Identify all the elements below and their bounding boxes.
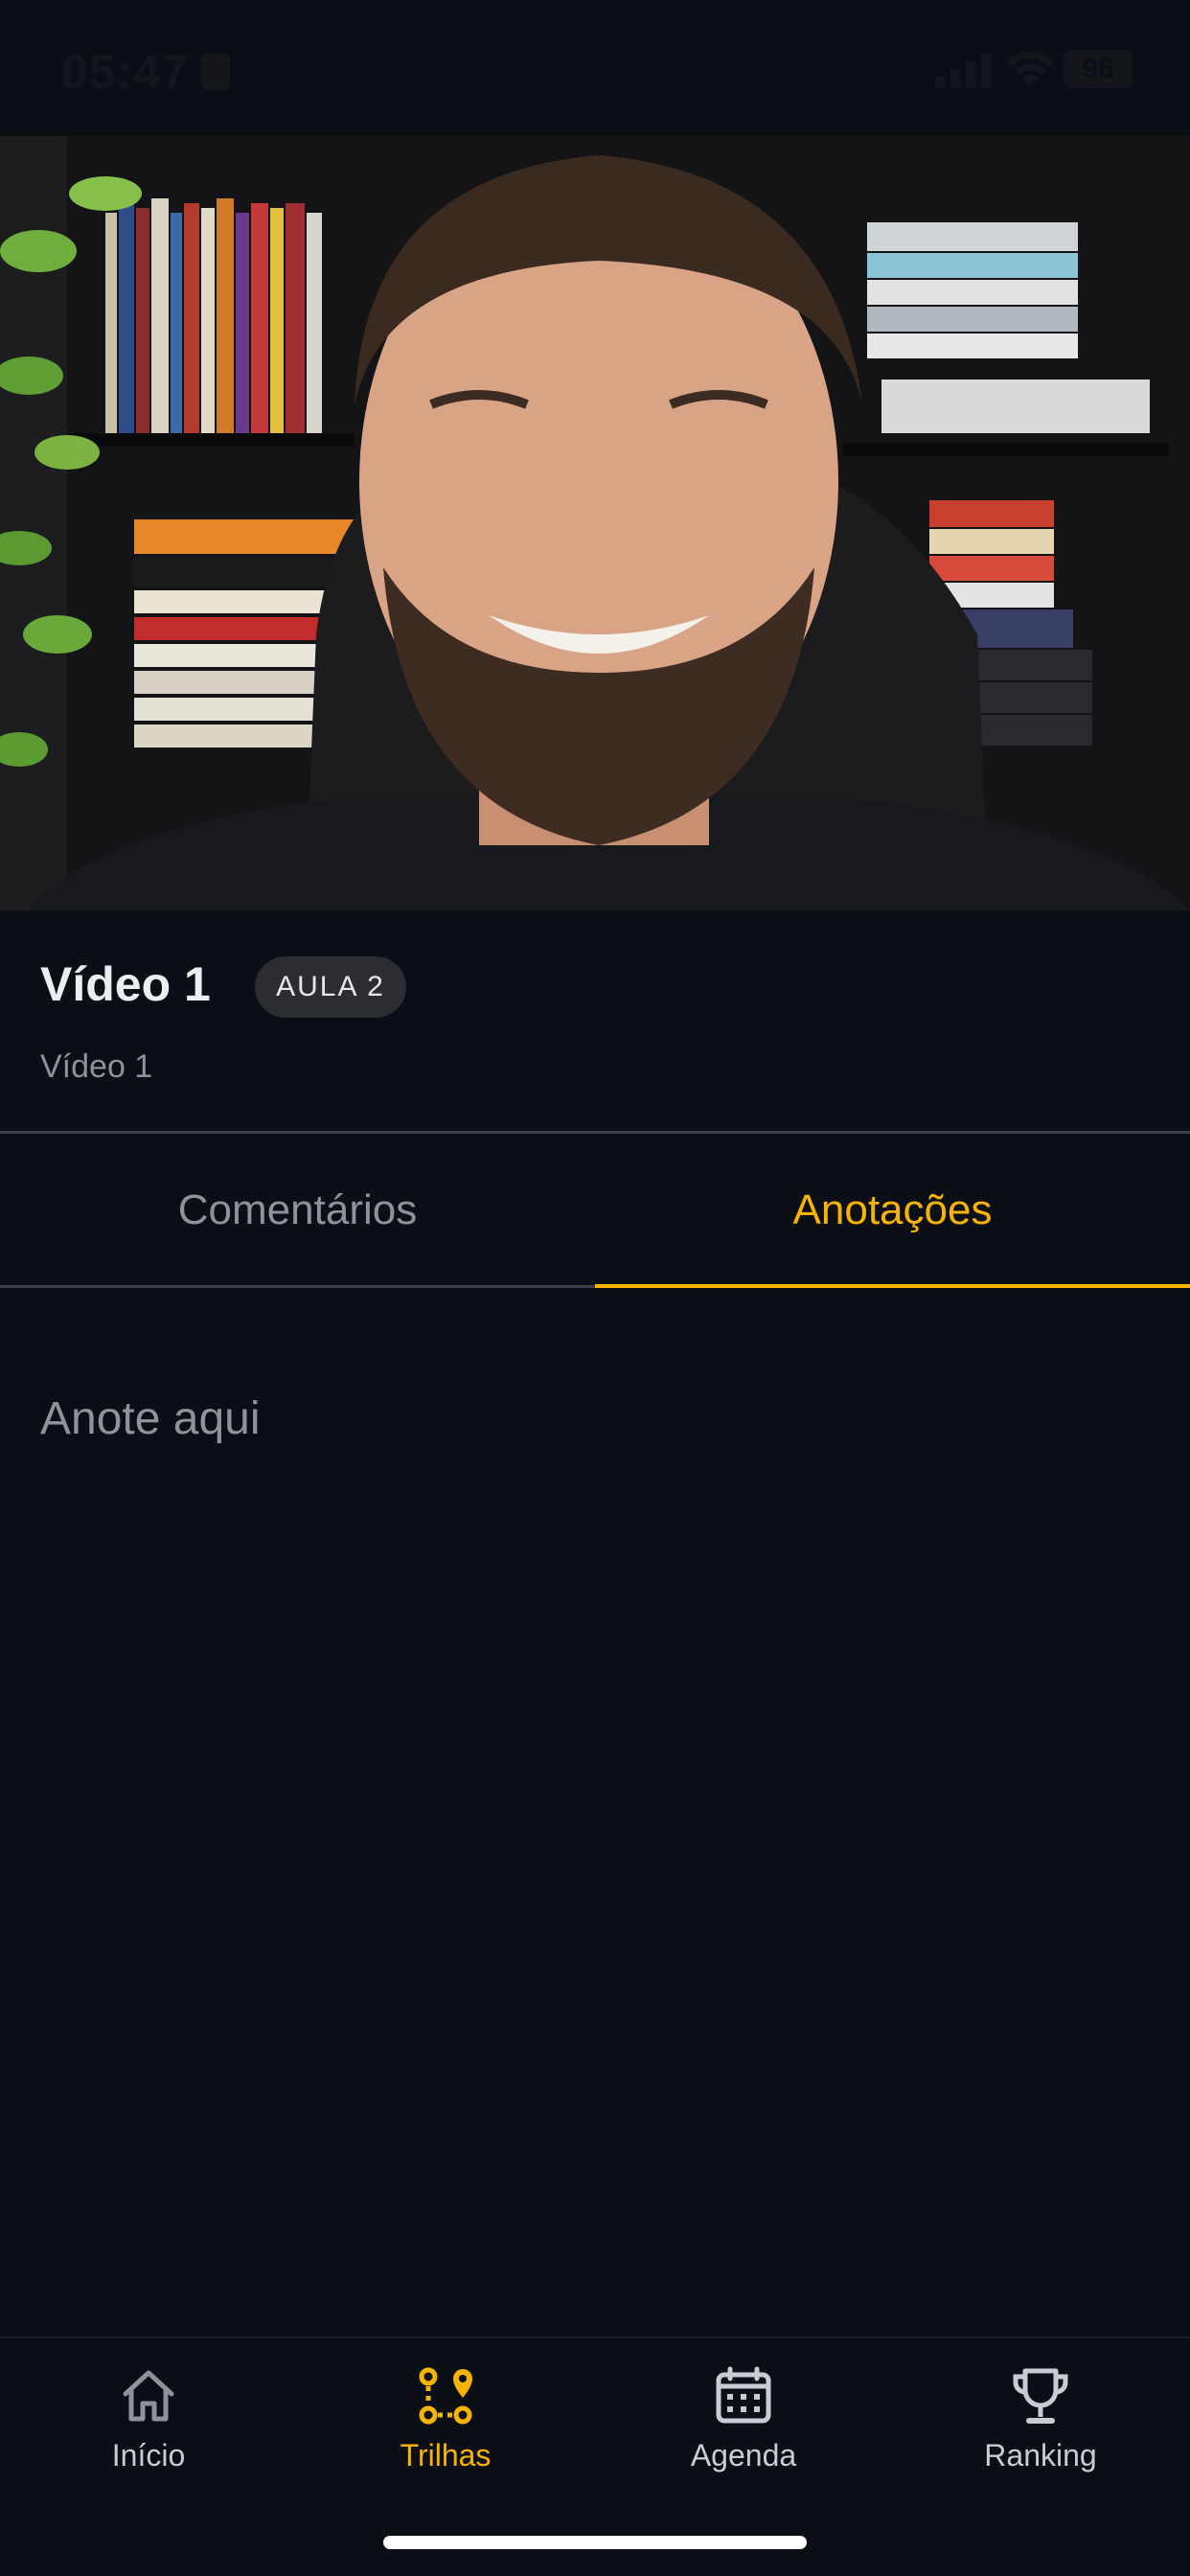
cellular-signal-icon: [935, 54, 991, 88]
nav-item-inicio[interactable]: Início: [0, 2365, 297, 2528]
trophy-icon: [1013, 2368, 1068, 2424]
notes-input[interactable]: [40, 1380, 1142, 1457]
lesson-badge: AULA 2: [255, 956, 406, 1018]
video-player[interactable]: [0, 136, 1190, 910]
home-indicator: [383, 2536, 807, 2549]
nav-item-trilhas[interactable]: Trilhas: [297, 2365, 594, 2528]
nav-item-agenda[interactable]: Agenda: [595, 2365, 892, 2528]
nav-label-agenda: Agenda: [690, 2438, 797, 2472]
route-icon: [419, 2367, 472, 2425]
contact-card-icon: [201, 54, 230, 90]
calendar-icon: [716, 2366, 771, 2424]
tab-notes[interactable]: Anotações: [595, 1134, 1190, 1287]
nav-label-ranking: Ranking: [984, 2438, 1097, 2472]
lesson-subtitle: Vídeo 1: [40, 1048, 153, 1085]
status-bar: 05:47 96: [0, 0, 1190, 136]
nav-label-inicio: Início: [111, 2438, 186, 2472]
video-frame-image: [0, 136, 1190, 910]
nav-item-ranking[interactable]: Ranking: [892, 2365, 1189, 2528]
status-time: 05:47: [61, 45, 189, 99]
tab-comments[interactable]: Comentários: [0, 1134, 595, 1287]
lesson-title: Vídeo 1: [40, 957, 211, 1011]
battery-indicator: 96: [1064, 50, 1133, 88]
tab-active-indicator: [595, 1284, 1190, 1288]
wifi-icon: [1007, 52, 1053, 86]
home-icon: [123, 2370, 174, 2422]
tab-bar: Comentários Anotações: [0, 1134, 1190, 1287]
nav-label-trilhas: Trilhas: [400, 2438, 492, 2472]
lesson-screen: 05:47 96 Vídeo 1 AULA 2 Vídeo 1 Comentár…: [0, 0, 1190, 2576]
